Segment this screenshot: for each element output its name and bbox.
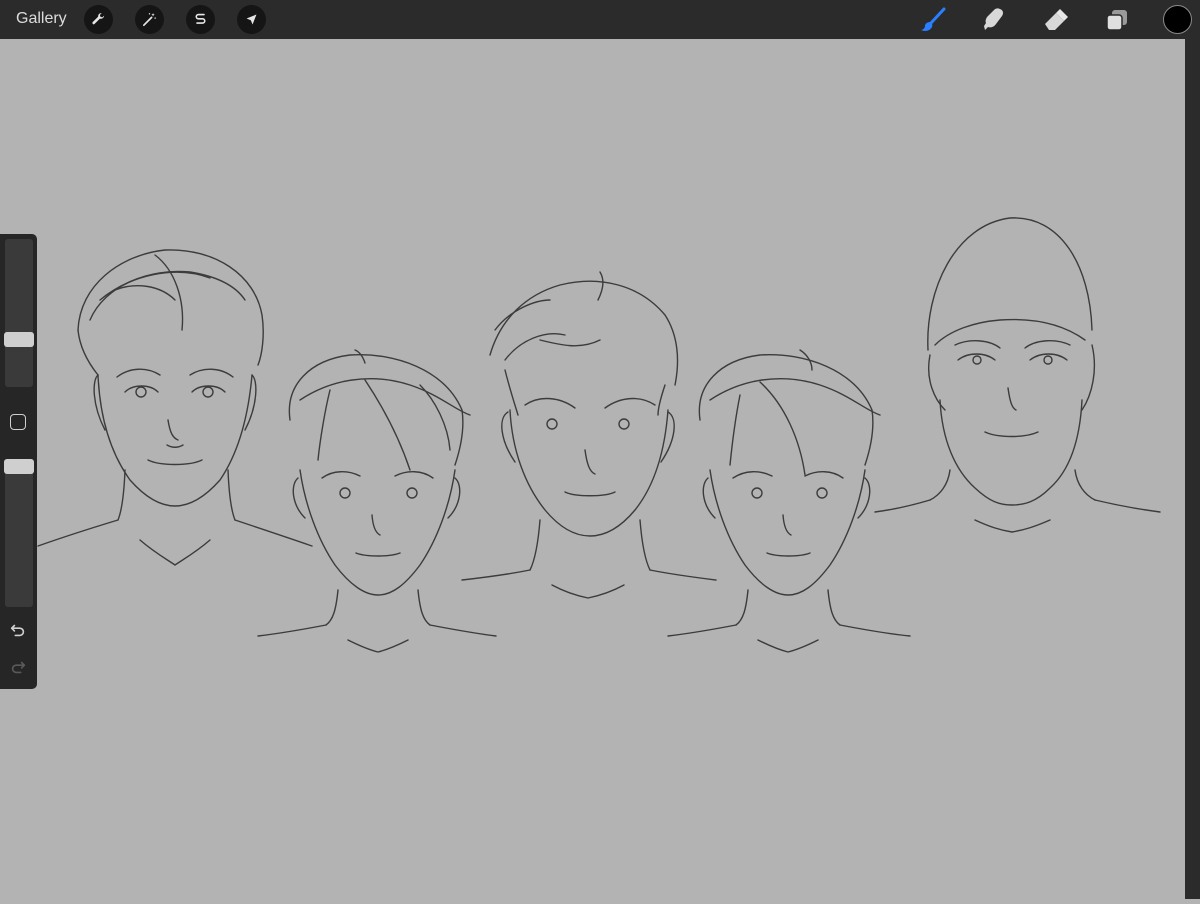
undo-arrow-icon [10,624,25,637]
sketch-face-2 [257,349,497,653]
undo-button[interactable] [8,620,28,640]
drawing-canvas[interactable] [0,39,1185,899]
sketch-face-3 [461,271,717,599]
sketch-face-5 [874,217,1161,533]
canvas-edge-strip [1185,39,1200,899]
brush-size-thumb[interactable] [4,332,34,347]
selection-button[interactable] [186,5,215,34]
actions-button[interactable] [84,5,113,34]
brush-size-slider[interactable] [4,239,34,387]
smudge-finger-icon [984,8,1004,30]
layers-button[interactable] [1102,5,1132,35]
gallery-button[interactable]: Gallery [16,10,67,28]
brush-tool-button[interactable] [918,5,948,35]
eyedropper-modify-button[interactable] [10,414,26,430]
magic-wand-icon [142,13,156,27]
brush-opacity-thumb[interactable] [4,459,34,474]
brush-opacity-slider[interactable] [4,459,34,607]
sketch-artwork [37,217,1161,653]
redo-arrow-icon [11,661,26,674]
selection-s-icon [195,13,206,24]
wrench-icon [92,13,105,25]
sketch-face-4 [667,349,911,653]
top-toolbar: Gallery [0,0,1200,39]
brush-sidebar [0,234,37,689]
color-picker-button[interactable] [1163,5,1192,34]
layers-icon [1106,10,1127,31]
adjustments-button[interactable] [135,5,164,34]
cursor-arrow-icon [246,14,257,25]
eraser-tool-button[interactable] [1040,5,1070,35]
transform-button[interactable] [237,5,266,34]
eraser-icon [1045,9,1068,30]
brush-icon [921,7,946,31]
smudge-tool-button[interactable] [979,5,1009,35]
redo-button[interactable] [8,657,28,677]
sketch-face-1 [37,249,313,566]
